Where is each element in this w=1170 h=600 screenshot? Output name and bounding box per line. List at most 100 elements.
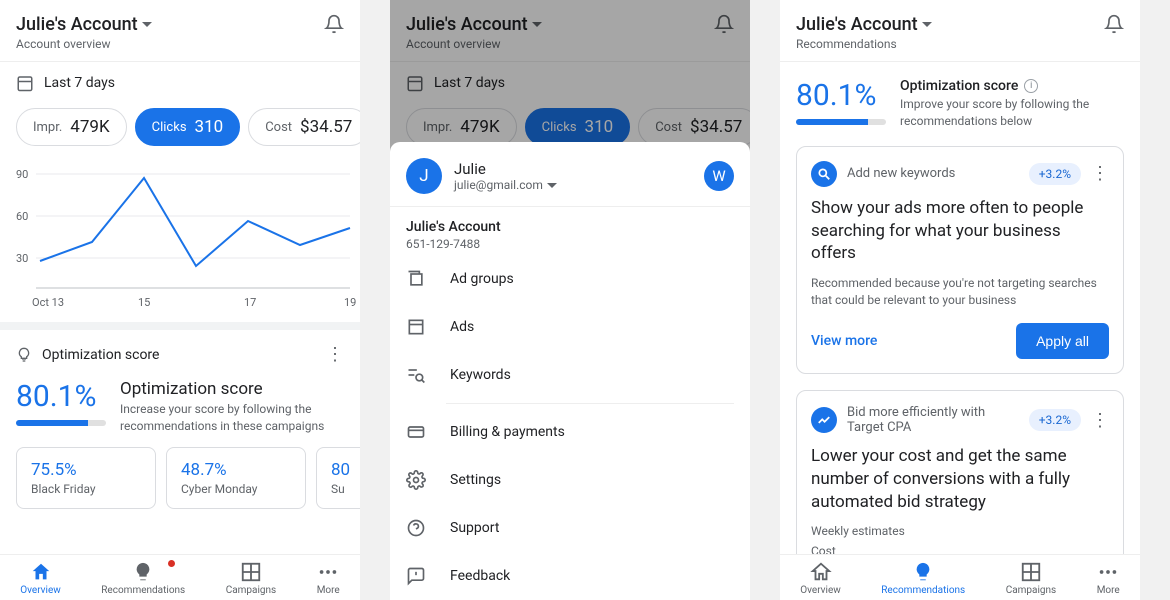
notification-dot <box>168 560 175 567</box>
nav-overview[interactable]: Overview <box>800 561 841 596</box>
feedback-icon <box>406 566 426 586</box>
score-progress <box>796 119 886 125</box>
dots-icon <box>317 561 339 583</box>
view-more-link[interactable]: View more <box>811 333 877 349</box>
x-tick: 15 <box>138 296 150 309</box>
trend-icon <box>811 407 837 433</box>
avatar-j[interactable]: J <box>406 158 442 194</box>
user-name: Julie <box>454 160 557 178</box>
caret-down-icon <box>547 183 557 188</box>
y-tick: 90 <box>16 168 28 181</box>
score-progress <box>16 420 106 426</box>
app-header: Julie's Account Recommendations <box>780 0 1140 62</box>
opt-header-label: Optimization score <box>42 347 159 363</box>
optimization-score-block: 80.1% Optimization scorei Improve your s… <box>780 62 1140 146</box>
score-percent: 80.1% <box>796 78 886 113</box>
avatar-w[interactable]: W <box>704 161 734 191</box>
nav-campaigns[interactable]: Campaigns <box>226 561 277 596</box>
account-name: Julie's Account <box>16 14 138 35</box>
account-info: Julie's Account 651-129-7488 <box>390 207 750 255</box>
opt-title: Optimization score <box>120 379 344 399</box>
more-options-icon[interactable]: ⋮ <box>1091 163 1109 184</box>
help-icon <box>406 518 426 538</box>
account-phone: 651-129-7488 <box>406 237 734 251</box>
apply-all-button[interactable]: Apply all <box>1016 323 1109 359</box>
optimization-score-block: 80.1% Optimization score Increase your s… <box>0 379 360 447</box>
rec-headline: Show your ads more often to people searc… <box>811 197 1109 266</box>
metric-pills: Impr. 479K Clicks 310 Cost $34.57 <box>0 104 360 158</box>
bottom-nav: Overview Recommendations Campaigns More <box>780 554 1140 600</box>
menu-ads[interactable]: Ads <box>390 303 750 351</box>
layers-icon <box>406 269 426 289</box>
rec-subtext: Recommended because you're not targeting… <box>811 275 1109 309</box>
user-email[interactable]: julie@gmail.com <box>454 178 557 192</box>
gear-icon <box>406 470 426 490</box>
menu-screen: Julie's Account Account overview Last 7 … <box>390 0 750 600</box>
date-range-selector[interactable]: Last 7 days <box>0 62 360 104</box>
caret-down-icon <box>922 22 932 27</box>
campaign-card-cyber-monday[interactable]: 48.7% Cyber Monday <box>166 447 306 509</box>
rec-title: Bid more efficiently with Target CPA <box>847 405 1019 435</box>
more-options-icon[interactable]: ⋮ <box>326 344 344 365</box>
y-tick: 60 <box>16 210 28 223</box>
window-icon <box>406 317 426 337</box>
grid-icon <box>1020 561 1042 583</box>
campaign-cards: 75.5% Black Friday 48.7% Cyber Monday 80… <box>0 447 360 509</box>
bottom-nav: Overview Recommendations Campaigns More <box>0 554 360 600</box>
campaign-card-black-friday[interactable]: 75.5% Black Friday <box>16 447 156 509</box>
account-switcher[interactable]: Julie's Account <box>796 14 932 35</box>
opt-desc: Increase your score by following the rec… <box>120 401 344 435</box>
optimization-header: Optimization score ⋮ <box>0 330 360 379</box>
chart-line <box>40 178 350 266</box>
dots-icon <box>1097 561 1119 583</box>
pill-clicks[interactable]: Clicks 310 <box>135 108 241 146</box>
score-uplift-badge: +3.2% <box>1029 163 1081 185</box>
menu-divider <box>446 403 734 404</box>
nav-recommendations[interactable]: Recommendations <box>101 561 185 596</box>
pill-cost[interactable]: Cost $34.57 <box>248 108 360 146</box>
more-options-icon[interactable]: ⋮ <box>1091 410 1109 431</box>
nav-more[interactable]: More <box>317 561 340 596</box>
menu-keywords[interactable]: Keywords <box>390 351 750 399</box>
section-divider <box>0 322 360 330</box>
bell-icon[interactable] <box>324 14 344 34</box>
campaign-card-partial[interactable]: 80 Su <box>316 447 360 509</box>
rec-headline: Lower your cost and get the same number … <box>811 445 1109 514</box>
pill-impressions[interactable]: Impr. 479K <box>16 108 127 146</box>
grid-icon <box>240 561 262 583</box>
menu-settings[interactable]: Settings <box>390 456 750 504</box>
home-icon <box>30 561 52 583</box>
bulb-icon <box>132 561 154 583</box>
info-icon[interactable]: i <box>1024 79 1038 93</box>
estimates-label: Weekly estimates <box>811 524 1109 538</box>
x-tick: Oct 13 <box>32 296 64 309</box>
bulb-icon <box>16 347 32 363</box>
recommendations-screen: Julie's Account Recommendations 80.1% Op… <box>780 0 1140 600</box>
nav-campaigns[interactable]: Campaigns <box>1006 561 1057 596</box>
account-menu-sheet: J Julie julie@gmail.com W Julie's Accoun… <box>390 142 750 600</box>
x-tick: 19 <box>344 296 356 309</box>
opt-desc: Improve your score by following the reco… <box>900 96 1124 130</box>
account-switcher[interactable]: Julie's Account <box>16 14 152 35</box>
menu-feedback[interactable]: Feedback <box>390 552 750 600</box>
bulb-icon <box>912 561 934 583</box>
opt-title: Optimization scorei <box>900 78 1124 94</box>
page-subtitle: Account overview <box>16 37 152 51</box>
search-list-icon <box>406 365 426 385</box>
menu-ad-groups[interactable]: Ad groups <box>390 255 750 303</box>
nav-recommendations[interactable]: Recommendations <box>881 561 965 596</box>
home-icon <box>810 561 832 583</box>
menu-billing[interactable]: Billing & payments <box>390 408 750 456</box>
score-percent: 80.1% <box>16 379 106 414</box>
bell-icon[interactable] <box>1104 14 1124 34</box>
date-range-text: Last 7 days <box>44 75 115 91</box>
score-uplift-badge: +3.2% <box>1029 409 1081 431</box>
menu-support[interactable]: Support <box>390 504 750 552</box>
nav-overview[interactable]: Overview <box>20 561 61 596</box>
app-header: Julie's Account Account overview <box>0 0 360 62</box>
page-subtitle: Recommendations <box>796 37 932 51</box>
search-icon <box>811 161 837 187</box>
rec-title: Add new keywords <box>847 166 1019 181</box>
card-icon <box>406 422 426 442</box>
nav-more[interactable]: More <box>1097 561 1120 596</box>
